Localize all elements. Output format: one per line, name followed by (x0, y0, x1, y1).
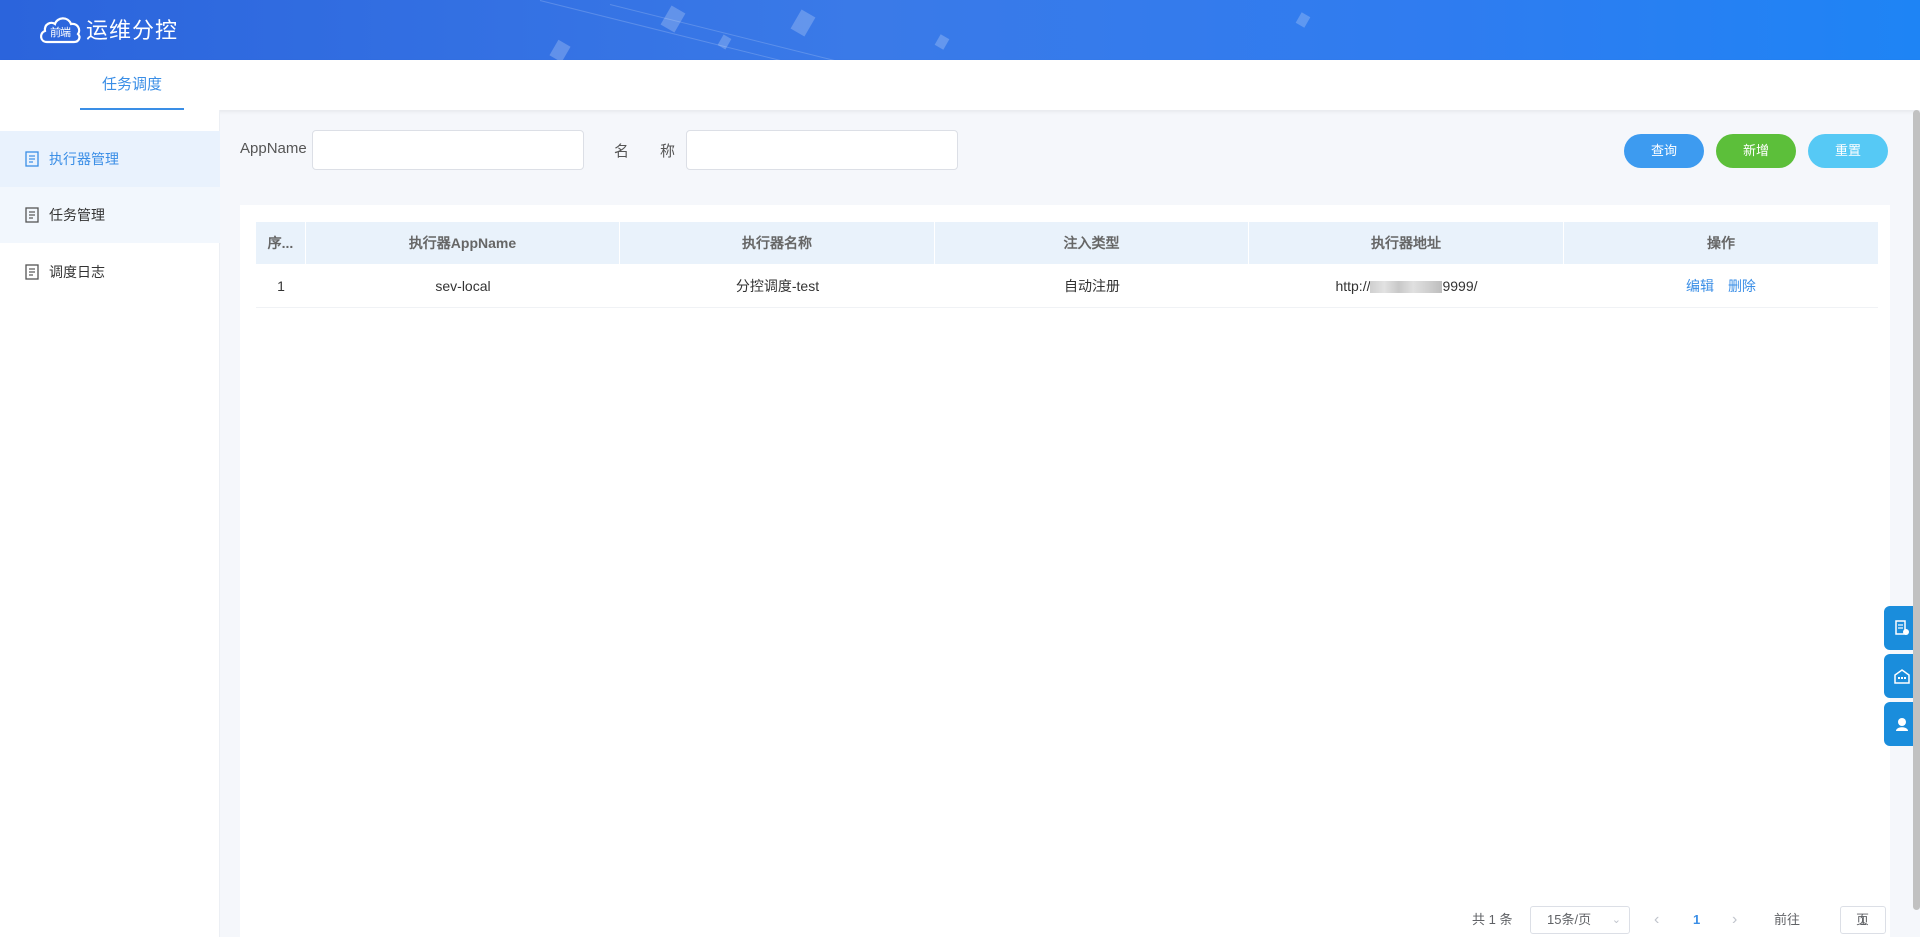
redacted-address-host (1370, 281, 1443, 294)
sidebar-item-executor-management[interactable]: 执行器管理 (0, 131, 220, 187)
chevron-down-icon: ⌄ (1611, 914, 1621, 926)
column-header-address[interactable]: 执行器地址 (1249, 222, 1564, 264)
document-icon (25, 151, 39, 167)
document-icon (25, 207, 39, 223)
cell-appname: sev-local (435, 278, 491, 294)
cell-index: 1 (277, 278, 285, 294)
sidebar-item-schedule-log[interactable]: 调度日志 (0, 244, 220, 300)
page-size-value: 15条/页 (1547, 912, 1592, 927)
app-logo[interactable]: 前端 运维分控 (38, 12, 178, 46)
document-icon (25, 264, 39, 280)
sidebar-item-label: 执行器管理 (49, 151, 119, 167)
cell-type: 自动注册 (1064, 278, 1120, 294)
column-header-index[interactable]: 序... (256, 222, 306, 264)
cell-actions: 编辑 删除 (1564, 264, 1878, 308)
appname-input[interactable] (312, 130, 584, 170)
delete-link[interactable]: 删除 (1728, 278, 1756, 294)
header-decoration (790, 9, 816, 37)
page-number-current[interactable]: 1 (1693, 906, 1700, 934)
prev-page-icon[interactable]: ‹ (1654, 906, 1659, 934)
sidebar: 执行器管理 任务管理 调度日志 (0, 110, 220, 937)
next-page-icon[interactable]: › (1732, 906, 1737, 934)
support-agent-icon (1896, 718, 1908, 731)
page-size-select[interactable]: 15条/页 ⌄ (1530, 906, 1630, 934)
column-header-appname[interactable]: 执行器AppName (306, 222, 620, 264)
address-suffix: 9999/ (1442, 278, 1478, 294)
address-prefix: http:// (1335, 278, 1371, 294)
name-input[interactable] (686, 130, 958, 170)
header-decoration (549, 39, 571, 60)
pagination-total: 共 1 条 (1472, 912, 1513, 927)
tab-task-scheduling[interactable]: 任务调度 (80, 60, 184, 110)
add-button[interactable]: 新增 (1716, 134, 1796, 168)
building-icon (1894, 669, 1910, 684)
name-label-1: 名 (614, 143, 630, 160)
page-scrollbar[interactable] (1913, 110, 1920, 910)
edit-link[interactable]: 编辑 (1686, 278, 1714, 294)
app-title: 运维分控 (86, 18, 179, 43)
cell-name: 分控调度-test (735, 278, 820, 294)
sidebar-item-task-management[interactable]: 任务管理 (0, 187, 220, 243)
tab-bar: 任务调度 (0, 60, 1920, 110)
header-decoration (934, 34, 950, 50)
document-settings-icon (1895, 620, 1909, 635)
name-label-2: 称 (660, 143, 676, 160)
app-header: 前端 运维分控 (0, 0, 1920, 60)
appname-label: AppName (240, 140, 307, 157)
goto-label: 前往 (1774, 912, 1801, 927)
logo-text: 前端 (50, 26, 71, 39)
page-suffix-label: 页 (1856, 912, 1870, 927)
header-decoration (1295, 12, 1311, 28)
cloud-logo-icon: 前端 (38, 12, 82, 46)
column-header-name[interactable]: 执行器名称 (620, 222, 935, 264)
column-header-actions[interactable]: 操作 (1564, 222, 1878, 264)
cell-address: http:// 9999/ (1249, 264, 1564, 308)
table-row: 1 sev-local 分控调度-test 自动注册 http://9999/ … (256, 264, 1878, 308)
reset-button[interactable]: 重置 (1808, 134, 1888, 168)
query-button[interactable]: 查询 (1624, 134, 1704, 168)
header-decoration (539, 0, 948, 60)
column-header-type[interactable]: 注入类型 (935, 222, 1249, 264)
sidebar-item-label: 任务管理 (49, 207, 105, 223)
sidebar-item-label: 调度日志 (49, 264, 105, 280)
table-panel (240, 205, 1890, 937)
table-header: 序... 执行器AppName 执行器名称 注入类型 执行器地址 操作 (256, 222, 1878, 264)
